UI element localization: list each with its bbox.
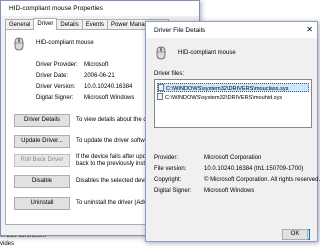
driver-version-value: 10.0.10240.16384: [84, 84, 133, 90]
dialog-title: Driver File Details: [154, 27, 206, 34]
driver-provider-label: Driver Provider:: [36, 62, 78, 68]
properties-window-title: HID-compliant mouse Properties: [9, 5, 103, 12]
digital-signer-value: Microsoft Windows: [84, 95, 135, 101]
file-path: C:\WINDOWS\system32\DRIVERS\mouhid.sys: [165, 95, 283, 101]
driver-provider-value: Microsoft: [84, 62, 109, 68]
copyright-value: © Microsoft Corporation. All rights rese…: [204, 177, 320, 183]
dialog-device-name: HID-compliant mouse: [178, 50, 236, 56]
file-version-label: File version:: [154, 166, 187, 172]
disable-button[interactable]: Disable: [14, 175, 70, 188]
driver-file-details-dialog: Driver File Details ✕ HID-compliant mous…: [145, 21, 320, 242]
provider-value: Microsoft Corporation: [204, 155, 262, 161]
list-item[interactable]: C:\WINDOWS\system32\DRIVERS\mouclass.sys: [157, 83, 309, 92]
properties-titlebar: HID-compliant mouse Properties: [1, 1, 199, 16]
tab-driver[interactable]: Driver: [33, 18, 58, 30]
dialog-signer-label: Digital Signer:: [154, 188, 192, 194]
file-path: C:\WINDOWS\system32\DRIVERS\mouclass.sys: [166, 86, 289, 92]
dialog-titlebar: Driver File Details ✕: [146, 22, 317, 38]
digital-signer-label: Digital Signer:: [36, 95, 74, 101]
update-driver-button[interactable]: Update Driver...: [14, 135, 70, 148]
mouse-icon: [14, 37, 24, 51]
driver-details-button[interactable]: Driver Details: [14, 114, 70, 127]
properties-ok-button[interactable]: OK: [282, 229, 308, 240]
file-version-value: 10.0.10240.16384 (th1.150709-1700): [204, 166, 304, 172]
dialog-signer-value: Microsoft Windows: [204, 188, 255, 194]
driver-date-label: Driver Date:: [36, 73, 69, 79]
driver-version-label: Driver Version:: [36, 84, 76, 90]
copyright-label: Copyright:: [154, 177, 182, 183]
disable-desc: Disables the selected device.: [76, 178, 154, 184]
roll-back-driver-button[interactable]: Roll Back Driver: [14, 154, 70, 167]
uninstall-button[interactable]: Uninstall: [14, 197, 70, 210]
provider-label: Provider:: [154, 155, 179, 161]
close-icon[interactable]: ✕: [306, 26, 313, 34]
list-item[interactable]: C:\WINDOWS\system32\DRIVERS\mouhid.sys: [157, 93, 309, 102]
driver-files-list[interactable]: C:\WINDOWS\system32\DRIVERS\mouclass.sys…: [154, 79, 312, 128]
mouse-icon: [156, 46, 166, 60]
driver-date-value: 2006-06-21: [84, 73, 115, 79]
file-icon: [158, 84, 164, 91]
driver-files-label: Driver files:: [154, 71, 185, 77]
device-name: HID-compliant mouse: [36, 40, 94, 46]
file-icon: [157, 93, 163, 100]
tree-item-partial[interactable]: vides: [0, 240, 14, 248]
